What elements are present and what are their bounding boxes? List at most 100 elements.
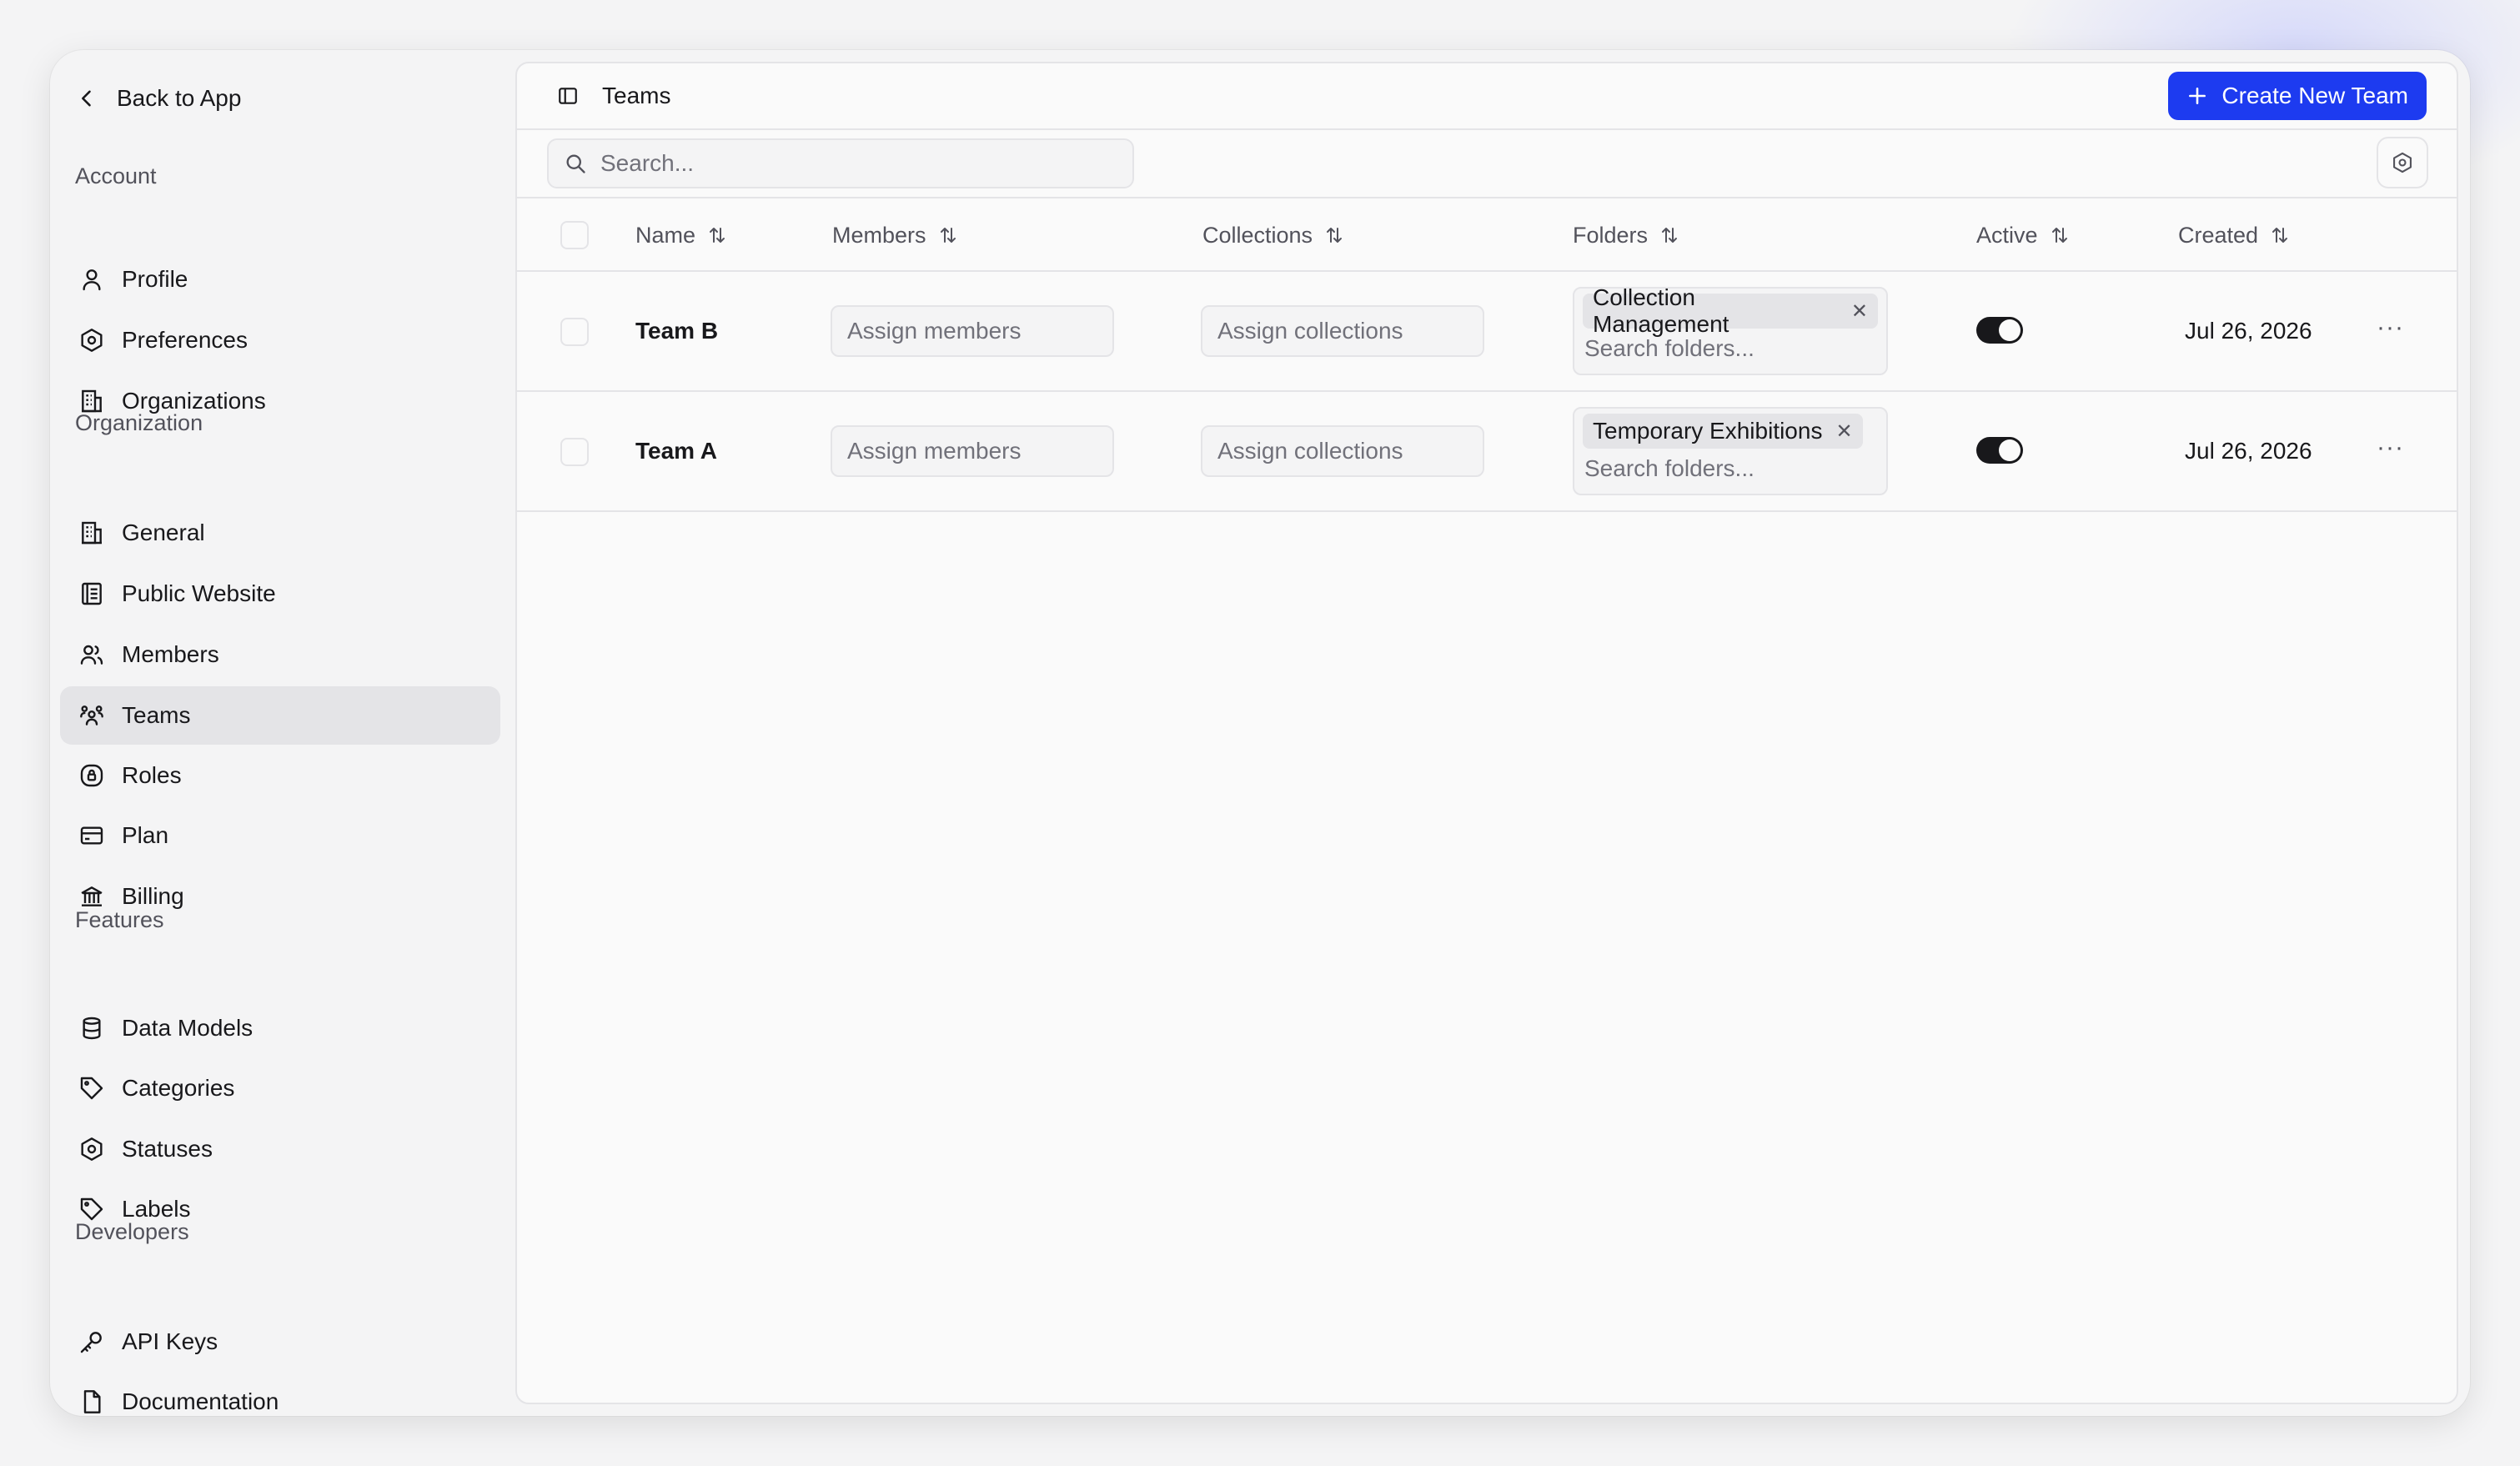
section-label-features: Features <box>75 907 164 932</box>
row-checkbox[interactable] <box>560 438 589 466</box>
sidebar-item-label: General <box>122 520 205 545</box>
column-header-created[interactable]: Created <box>2178 198 2290 272</box>
website-icon <box>82 582 102 605</box>
sidebar-item-label: Preferences <box>122 327 248 353</box>
table-settings-button[interactable] <box>2377 137 2428 188</box>
sidebar-item-label: Documentation <box>122 1388 279 1414</box>
created-date: Jul 26, 2026 <box>2185 318 2312 344</box>
column-header-label: Folders <box>1573 222 1649 248</box>
table-header: Name Members Collections Folders Active … <box>517 198 2457 272</box>
panel-header: Teams Create New Team <box>517 63 2457 130</box>
select-all-checkbox[interactable] <box>560 221 589 249</box>
table-row: Team B Assign members Assign collections… <box>517 272 2457 392</box>
sort-icon <box>710 228 725 243</box>
sidebar-item-api-keys[interactable]: API Keys <box>60 1313 500 1371</box>
sidebar-item-statuses[interactable]: Statuses <box>60 1120 500 1178</box>
column-header-members[interactable]: Members <box>832 198 958 272</box>
sort-icon <box>940 228 956 243</box>
sort-icon <box>2051 228 2067 243</box>
back-to-app-link[interactable]: Back to App <box>75 75 241 122</box>
table-toolbar <box>517 130 2457 198</box>
settings-sidebar: Back to App Account Profile Preferences … <box>50 50 517 1416</box>
sidebar-item-label: Teams <box>122 702 191 728</box>
remove-chip-icon[interactable]: ✕ <box>1851 299 1868 324</box>
sidebar-item-label: Public Website <box>122 580 276 606</box>
sidebar-item-data-models[interactable]: Data Models <box>60 999 500 1057</box>
column-header-folders[interactable]: Folders <box>1573 198 1679 272</box>
sidebar-item-label: Members <box>122 641 219 667</box>
plus-icon <box>2189 88 2206 104</box>
row-actions-icon[interactable]: ··· <box>2377 314 2404 342</box>
search-icon <box>566 154 585 173</box>
column-header-label: Members <box>832 222 926 248</box>
column-header-name[interactable]: Name <box>635 198 727 272</box>
section-label-developers: Developers <box>75 1219 189 1244</box>
team-name: Team B <box>635 318 719 344</box>
folder-chip-label: Temporary Exhibitions <box>1593 418 1823 444</box>
row-checkbox[interactable] <box>560 318 589 346</box>
sort-icon <box>1327 228 1343 243</box>
database-icon <box>83 1017 101 1040</box>
sidebar-item-label: Plan <box>122 822 169 848</box>
badge-lock-icon <box>80 764 103 787</box>
table-row: Team A Assign members Assign collections… <box>517 392 2457 512</box>
sidebar-item-teams[interactable]: Teams <box>60 686 500 745</box>
team-icon <box>80 705 103 725</box>
column-header-label: Created <box>2178 222 2259 248</box>
back-to-app-label: Back to App <box>117 85 242 111</box>
folder-search-input[interactable]: Search folders... <box>1584 335 1878 362</box>
create-new-team-button[interactable]: Create New Team <box>2168 72 2427 120</box>
active-toggle[interactable] <box>1976 317 2023 344</box>
folders-multiselect[interactable]: Temporary Exhibitions ✕ Search folders..… <box>1573 407 1888 495</box>
teams-panel: Teams Create New Team Name Membe <box>515 62 2458 1404</box>
sort-icon <box>2272 228 2288 243</box>
sidebar-item-preferences[interactable]: Preferences <box>60 311 500 369</box>
folder-chip: Collection Management ✕ <box>1583 284 1878 337</box>
active-toggle[interactable] <box>1976 437 2023 464</box>
column-header-label: Collections <box>1202 222 1313 248</box>
row-actions-icon[interactable]: ··· <box>2377 434 2404 462</box>
column-header-collections[interactable]: Collections <box>1202 198 1344 272</box>
search-box[interactable] <box>547 138 1134 188</box>
sidebar-item-general[interactable]: General <box>60 504 500 562</box>
assign-collections-field[interactable]: Assign collections <box>1201 305 1484 357</box>
gear-icon <box>2393 152 2412 173</box>
bank-icon <box>81 886 103 906</box>
search-input[interactable] <box>600 150 1101 177</box>
sidebar-item-plan[interactable]: Plan <box>60 806 500 865</box>
sidebar-item-documentation[interactable]: Documentation <box>60 1373 500 1416</box>
sidebar-item-label: Profile <box>122 266 188 292</box>
team-name: Team A <box>635 438 718 464</box>
folder-search-input[interactable]: Search folders... <box>1584 455 1878 482</box>
remove-chip-icon[interactable]: ✕ <box>1835 419 1852 444</box>
sidebar-item-label: Categories <box>122 1075 235 1101</box>
users-icon <box>80 645 103 665</box>
page-title: Teams <box>602 83 671 108</box>
section-label-organization: Organization <box>75 410 203 435</box>
sidebar-item-members[interactable]: Members <box>60 625 500 684</box>
section-label-account: Account <box>75 163 157 188</box>
sidebar-item-profile[interactable]: Profile <box>60 250 500 309</box>
sidebar-item-label: Billing <box>122 883 184 909</box>
create-new-team-label: Create New Team <box>2221 83 2408 108</box>
sidebar-item-label: Data Models <box>122 1015 254 1041</box>
sidebar-item-public-website[interactable]: Public Website <box>60 565 500 623</box>
assign-collections-field[interactable]: Assign collections <box>1201 425 1484 477</box>
sidebar-item-roles[interactable]: Roles <box>60 746 500 805</box>
column-header-active[interactable]: Active <box>1976 198 2070 272</box>
key-icon <box>80 1332 102 1353</box>
assign-members-field[interactable]: Assign members <box>831 425 1114 477</box>
sidebar-item-label: Roles <box>122 762 182 788</box>
user-icon <box>83 269 101 291</box>
sidebar-item-label: API Keys <box>122 1328 218 1354</box>
folder-chip: Temporary Exhibitions ✕ <box>1583 414 1863 449</box>
sort-icon <box>1662 228 1678 243</box>
sidebar-item-categories[interactable]: Categories <box>60 1059 500 1117</box>
column-header-label: Active <box>1976 222 2038 248</box>
assign-members-field[interactable]: Assign members <box>831 305 1114 357</box>
folders-multiselect[interactable]: Collection Management ✕ Search folders..… <box>1573 284 1888 375</box>
chevron-left-icon <box>82 90 91 107</box>
sidebar-toggle-icon[interactable] <box>557 85 579 107</box>
folder-chip-label: Collection Management <box>1593 284 1729 337</box>
building-icon <box>82 521 102 545</box>
